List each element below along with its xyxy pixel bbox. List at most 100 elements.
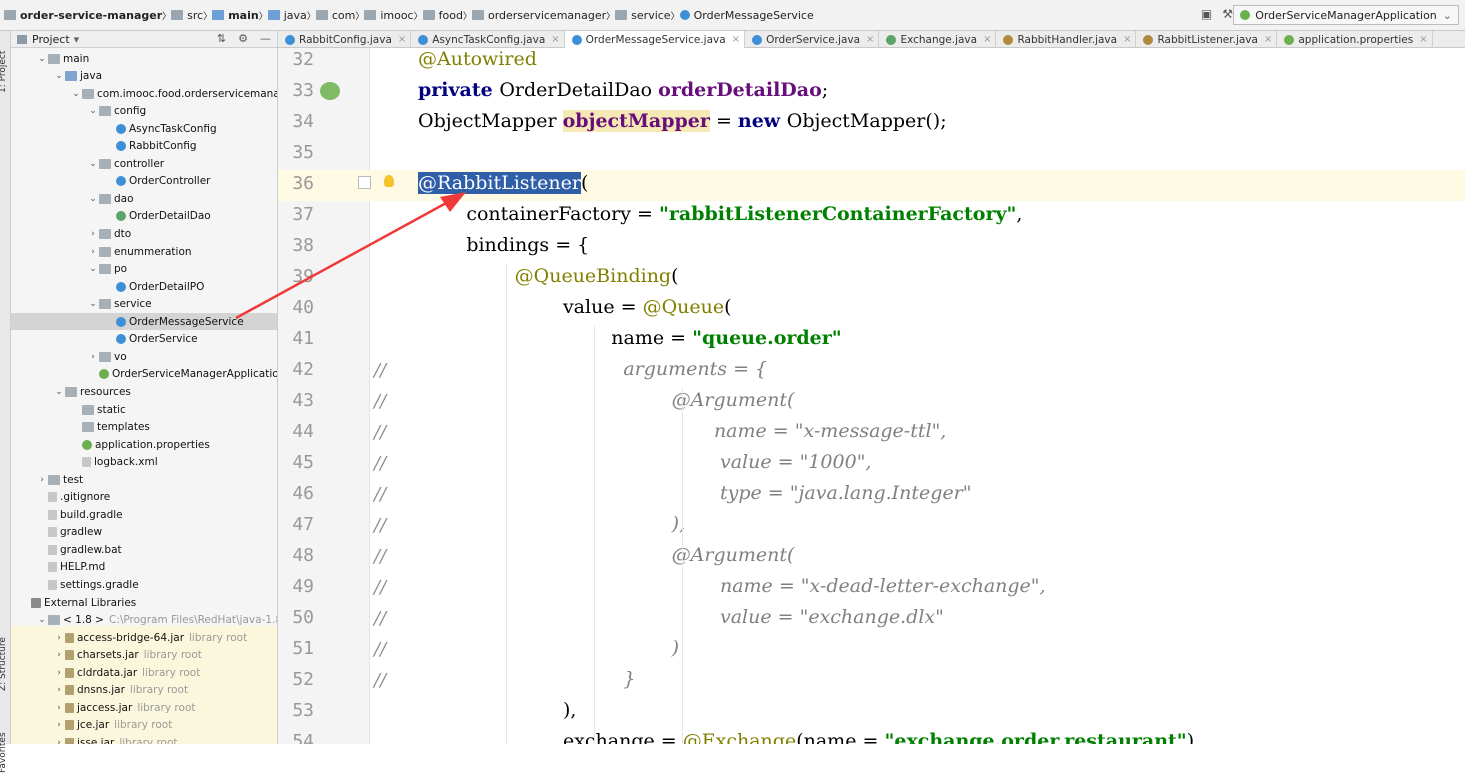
code-line[interactable]: 37 containerFactory = "rabbitListenerCon… [278,201,1465,232]
tree-item[interactable]: ⌄ com.imooc.food.orderservicemanag [11,85,277,102]
collapse-arrow-icon[interactable]: › [53,738,65,744]
tree-item[interactable]: application.properties [11,436,210,453]
tree-item[interactable]: ⌄ main [11,50,89,67]
lightbulb-icon[interactable] [384,175,394,187]
collapse-arrow-icon[interactable]: › [53,685,65,695]
editor-tab[interactable]: RabbitConfig.java × [278,31,412,48]
tree-item[interactable]: ⌄ < 1.8 > C:\Program Files\RedHat\java-1.8… [11,612,277,629]
code-line[interactable]: 36 @RabbitListener( [278,170,1465,201]
tree-item[interactable]: ⌄ resources [11,383,131,400]
tree-item[interactable]: OrderController [11,173,211,190]
expand-arrow-icon[interactable]: ⌄ [53,387,65,397]
tree-item[interactable]: templates [11,419,150,436]
close-icon[interactable]: × [1264,34,1272,45]
tree-item[interactable]: OrderDetailDao [11,208,211,225]
tree-item[interactable]: ⌄ config [11,103,146,120]
code-line[interactable]: 35 [278,139,1465,170]
collapse-arrow-icon[interactable]: › [87,247,99,257]
editor-tab[interactable]: RabbitHandler.java × [996,31,1137,48]
tree-item[interactable]: OrderService [11,331,198,348]
code-line[interactable]: 49 // name = "x-dead-letter-exchange", [278,573,1465,604]
breadcrumb-item[interactable]: main [212,9,259,22]
expand-arrow-icon[interactable]: ⌄ [36,54,48,64]
close-icon[interactable]: × [732,34,740,45]
tree-item[interactable]: › access-bridge-64.jar library root [11,629,247,646]
expand-arrow-icon[interactable]: ⌄ [53,71,65,81]
tree-item[interactable]: gradlew.bat [11,541,122,558]
tree-item[interactable]: › charsets.jar library root [11,647,202,664]
collapse-arrow-icon[interactable]: › [53,650,65,660]
code-line[interactable]: 53 ), [278,697,1465,728]
expand-arrow-icon[interactable]: ⌄ [70,89,82,99]
editor-tab[interactable]: OrderMessageService.java × [564,31,746,48]
expand-arrow-icon[interactable]: ⌄ [87,264,99,274]
code-line[interactable]: 33 private OrderDetailDao orderDetailDao; [278,77,1465,108]
tree-item[interactable]: HELP.md [11,559,105,576]
code-line[interactable]: 34 ObjectMapper objectMapper = new Object… [278,108,1465,139]
tree-item[interactable]: › cldrdata.jar library root [11,664,200,681]
code-line[interactable]: 38 bindings = { [278,232,1465,263]
close-icon[interactable]: × [398,34,406,45]
breadcrumb-item[interactable]: service [615,9,671,22]
editor-tab[interactable]: Exchange.java × [879,31,997,48]
collapse-arrow-icon[interactable]: › [87,352,99,362]
gear-icon[interactable]: ⚙ [238,32,248,45]
tree-item[interactable]: › vo [11,348,126,365]
code-line[interactable]: 40 value = @Queue( [278,294,1465,325]
breadcrumb-item[interactable]: orderservicemanager [471,9,606,22]
code-line[interactable]: 32 @Autowired [278,48,1465,77]
collapse-arrow-icon[interactable]: › [53,720,65,730]
editor-tab[interactable]: application.properties × [1277,31,1433,48]
breadcrumb-item[interactable]: imooc [364,9,414,22]
tree-item[interactable]: .gitignore [11,489,110,506]
spring-bean-icon[interactable] [320,82,340,100]
collapse-arrow-icon[interactable]: › [87,229,99,239]
tree-item[interactable]: build.gradle [11,506,123,523]
breadcrumb-item[interactable]: food [422,9,463,22]
code-line[interactable]: 47 // ), [278,511,1465,542]
breadcrumb-item[interactable]: java [267,9,307,22]
code-line[interactable]: 44// name = "x-message-ttl", [278,418,1465,449]
code-editor[interactable]: 32 @Autowired 33 private OrderDetailDao ord… [278,48,1465,744]
tool-tab-project[interactable]: 1: Project [0,51,8,93]
tree-item[interactable]: static [11,401,126,418]
code-line[interactable]: 42 // arguments = { [278,356,1465,387]
tree-item[interactable]: gradlew [11,524,102,541]
collapse-arrow-icon[interactable]: › [36,475,48,485]
tree-item[interactable]: logback.xml [11,454,158,471]
code-line[interactable]: 51 // ) [278,635,1465,666]
tree-item[interactable]: ⌄ dao [11,190,133,207]
tree-item[interactable]: ⌄ service [11,296,151,313]
editor-tab[interactable]: AsyncTaskConfig.java × [411,31,565,48]
tree-item[interactable]: › test [11,471,83,488]
breadcrumb-item[interactable]: order-service-manager [4,9,162,22]
tool-tab-favorites[interactable]: Favorites [0,732,8,773]
code-line[interactable]: 46 // type = "java.lang.Integer" [278,480,1465,511]
expand-arrow-icon[interactable]: ⌄ [87,299,99,309]
tree-item[interactable]: OrderMessageService [11,313,277,331]
tree-item[interactable]: RabbitConfig [11,138,197,155]
expand-arrow-icon[interactable]: ⌄ [87,194,99,204]
code-line[interactable]: 50 // value = "exchange.dlx" [278,604,1465,635]
tree-item[interactable]: › enummeration [11,243,191,260]
tree-item[interactable]: settings.gradle [11,577,139,594]
build-hammer-icon[interactable]: ⚒ [1222,7,1233,21]
code-line[interactable]: 48 // @Argument( [278,542,1465,573]
code-line[interactable]: 54 exchange = @Exchange(name = "exchange… [278,728,1465,744]
project-panel-title[interactable]: Project [32,33,70,46]
close-icon[interactable]: × [1419,34,1427,45]
tree-item[interactable]: ⌄ java [11,68,102,85]
project-dropdown-icon[interactable]: ▾ [74,33,80,46]
tree-item[interactable]: › dnsns.jar library root [11,682,188,699]
breadcrumb-item[interactable]: com [315,9,355,22]
expand-arrow-icon[interactable]: ⌄ [87,106,99,116]
collapse-arrow-icon[interactable]: › [53,668,65,678]
collapse-all-icon[interactable]: ⇅ [217,32,226,45]
run-configuration-select[interactable]: OrderServiceManagerApplication ⌄ [1233,5,1459,25]
close-icon[interactable]: × [866,34,874,45]
close-icon[interactable]: × [983,34,991,45]
code-line[interactable]: 39 @QueueBinding( [278,263,1465,294]
code-line[interactable]: 45 // value = "1000", [278,449,1465,480]
editor-tab[interactable]: RabbitListener.java × [1136,31,1278,48]
breadcrumb-item[interactable]: OrderMessageService [679,9,814,22]
